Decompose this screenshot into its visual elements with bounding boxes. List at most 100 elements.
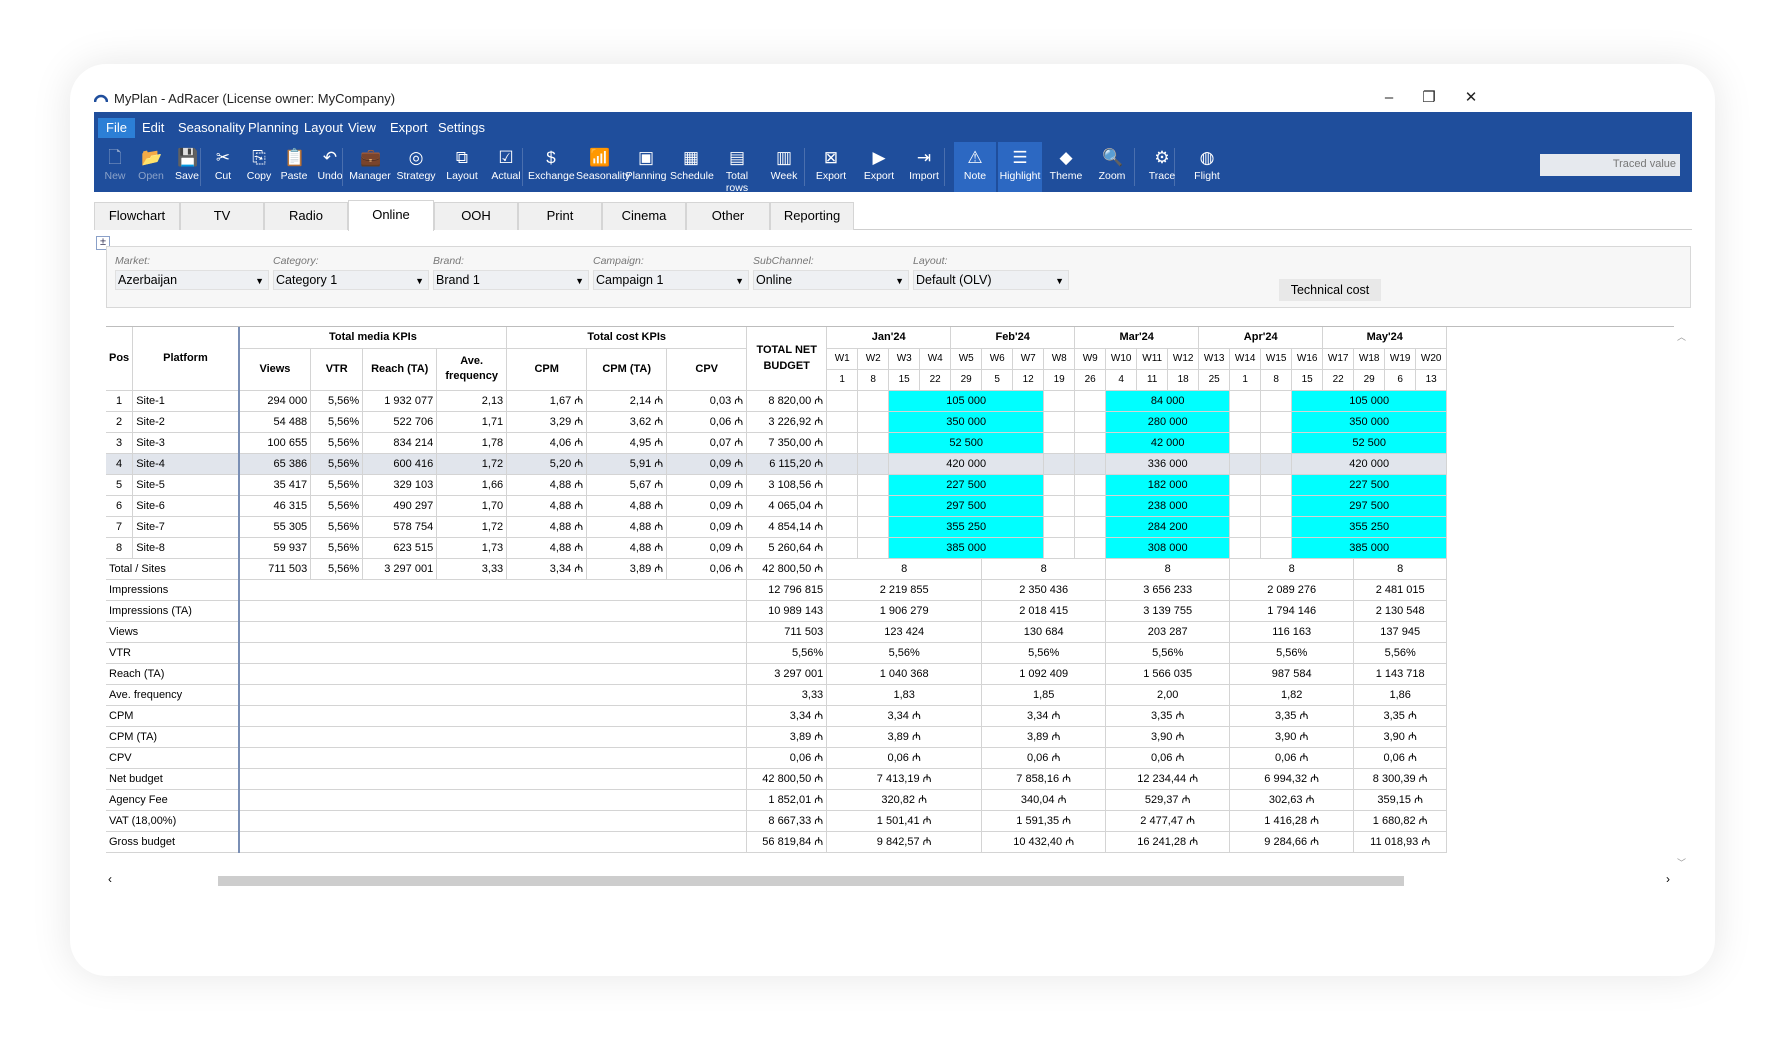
week-cell[interactable] — [1043, 411, 1076, 433]
scroll-up-icon[interactable]: ︿ — [1677, 330, 1686, 343]
exchange-button[interactable]: $ Exchange — [528, 142, 575, 192]
table-row[interactable]: 7 Site-7 55 305 5,56% 578 754 1,72 4,88 ₼ 4,88 … — [106, 516, 1478, 538]
tab-tv[interactable]: TV — [180, 202, 264, 230]
row-cpv[interactable]: 0,09 ₼ — [666, 453, 748, 475]
tab-print[interactable]: Print — [518, 202, 602, 230]
week-cell[interactable] — [1074, 516, 1107, 538]
flight-cell[interactable]: 84 000 — [1105, 390, 1231, 412]
week-cell[interactable] — [1229, 474, 1262, 496]
row-vtr[interactable]: 5,56% — [310, 516, 364, 538]
week-cell[interactable] — [1074, 432, 1107, 454]
week-cell[interactable] — [1229, 411, 1262, 433]
flight-cell[interactable]: 355 250 — [888, 516, 1045, 538]
flight-cell[interactable]: 52 500 — [888, 432, 1045, 454]
scroll-left-icon[interactable]: ‹ — [108, 872, 112, 886]
flight-cell[interactable]: 297 500 — [888, 495, 1045, 517]
row-cpm-ta[interactable]: 4,88 ₼ — [586, 516, 668, 538]
chevron-down-icon[interactable]: ▼ — [415, 272, 424, 290]
week-cell[interactable] — [857, 432, 890, 454]
row-cpm[interactable]: 5,20 ₼ — [506, 453, 588, 475]
row-vtr[interactable]: 5,56% — [310, 453, 364, 475]
layout-button[interactable]: ⧉ Layout — [440, 142, 484, 192]
row-views[interactable]: 65 386 — [237, 453, 312, 475]
week-cell[interactable] — [826, 453, 859, 475]
week-cell[interactable] — [857, 516, 890, 538]
export-button[interactable]: ⊠ Export — [810, 142, 852, 192]
flight-button[interactable]: ◍ Flight — [1184, 142, 1230, 192]
minimize-icon[interactable]: – — [1374, 88, 1404, 108]
tab-flowchart[interactable]: Flowchart — [94, 202, 180, 230]
row-views[interactable]: 59 937 — [237, 537, 312, 559]
traced-value-field[interactable]: Traced value — [1540, 154, 1680, 176]
flight-cell[interactable]: 420 000 — [888, 453, 1045, 475]
row-cpm[interactable]: 4,06 ₼ — [506, 432, 588, 454]
week-cell[interactable] — [1043, 432, 1076, 454]
flight-cell[interactable]: 308 000 — [1105, 537, 1231, 559]
week-cell[interactable] — [1260, 432, 1293, 454]
row-cpm-ta[interactable]: 5,67 ₼ — [586, 474, 668, 496]
row-platform[interactable]: Site-5 — [132, 474, 240, 496]
chevron-down-icon[interactable]: ▼ — [735, 272, 744, 290]
row-platform[interactable]: Site-3 — [132, 432, 240, 454]
row-cpv[interactable]: 0,07 ₼ — [666, 432, 748, 454]
close-icon[interactable]: ✕ — [1456, 88, 1486, 108]
row-cpm[interactable]: 1,67 ₼ — [506, 390, 588, 412]
menu-settings[interactable]: Settings — [430, 118, 493, 138]
tab-radio[interactable]: Radio — [264, 202, 348, 230]
filter-select[interactable]: Default (OLV) ▼ — [913, 270, 1069, 290]
flight-cell[interactable]: 355 250 — [1291, 516, 1448, 538]
week-cell[interactable] — [1260, 516, 1293, 538]
week-cell[interactable] — [1229, 495, 1262, 517]
seasonality-button[interactable]: 📶 Seasonality — [576, 142, 630, 192]
menu-export[interactable]: Export — [382, 118, 436, 138]
row-cpm[interactable]: 3,29 ₼ — [506, 411, 588, 433]
new-button[interactable]: 🗋 New — [98, 142, 132, 192]
row-budget[interactable]: 6 115,20 ₼ — [746, 453, 828, 475]
week-cell[interactable] — [1043, 537, 1076, 559]
week-cell[interactable] — [826, 495, 859, 517]
flight-cell[interactable]: 105 000 — [1291, 390, 1448, 412]
week-cell[interactable] — [857, 537, 890, 559]
week-cell[interactable] — [1229, 390, 1262, 412]
row-vtr[interactable]: 5,56% — [310, 432, 364, 454]
week-cell[interactable] — [1229, 516, 1262, 538]
chevron-down-icon[interactable]: ▼ — [575, 272, 584, 290]
table-row[interactable]: 2 Site-2 54 488 5,56% 522 706 1,71 3,29 ₼ 3,62 … — [106, 411, 1478, 433]
row-reach[interactable]: 490 297 — [362, 495, 438, 517]
flight-cell[interactable]: 280 000 — [1105, 411, 1231, 433]
flight-cell[interactable]: 182 000 — [1105, 474, 1231, 496]
highlight-button[interactable]: ☰ Highlight — [998, 142, 1042, 192]
week-cell[interactable] — [1043, 495, 1076, 517]
tab-reporting[interactable]: Reporting — [770, 202, 854, 230]
row-platform[interactable]: Site-1 — [132, 390, 240, 412]
row-cpm-ta[interactable]: 4,88 ₼ — [586, 495, 668, 517]
row-cpv[interactable]: 0,03 ₼ — [666, 390, 748, 412]
row-budget[interactable]: 5 260,64 ₼ — [746, 537, 828, 559]
horizontal-scrollbar[interactable]: ‹ › — [106, 872, 1674, 888]
table-row[interactable]: 6 Site-6 46 315 5,56% 490 297 1,70 4,88 ₼ 4,88 … — [106, 495, 1478, 517]
row-cpm-ta[interactable]: 5,91 ₼ — [586, 453, 668, 475]
tab-online[interactable]: Online — [348, 200, 434, 231]
row-budget[interactable]: 7 350,00 ₼ — [746, 432, 828, 454]
row-views[interactable]: 46 315 — [237, 495, 312, 517]
row-platform[interactable]: Site-8 — [132, 537, 240, 559]
row-views[interactable]: 35 417 — [237, 474, 312, 496]
row-views[interactable]: 55 305 — [237, 516, 312, 538]
planning-button[interactable]: ▣ Planning — [624, 142, 668, 192]
row-cpm[interactable]: 4,88 ₼ — [506, 495, 588, 517]
actual-button[interactable]: ☑ Actual — [486, 142, 526, 192]
flight-cell[interactable]: 227 500 — [1291, 474, 1448, 496]
row-vtr[interactable]: 5,56% — [310, 411, 364, 433]
flight-cell[interactable]: 350 000 — [888, 411, 1045, 433]
row-cpm[interactable]: 4,88 ₼ — [506, 516, 588, 538]
week-cell[interactable] — [1074, 453, 1107, 475]
chevron-down-icon[interactable]: ▼ — [1055, 272, 1064, 290]
row-reach[interactable]: 600 416 — [362, 453, 438, 475]
row-cpv[interactable]: 0,09 ₼ — [666, 474, 748, 496]
week-cell[interactable] — [857, 495, 890, 517]
filter-select[interactable]: Category 1 ▼ — [273, 270, 429, 290]
row-reach[interactable]: 834 214 — [362, 432, 438, 454]
chevron-down-icon[interactable]: ▼ — [895, 272, 904, 290]
week-cell[interactable] — [826, 537, 859, 559]
flight-cell[interactable]: 350 000 — [1291, 411, 1448, 433]
